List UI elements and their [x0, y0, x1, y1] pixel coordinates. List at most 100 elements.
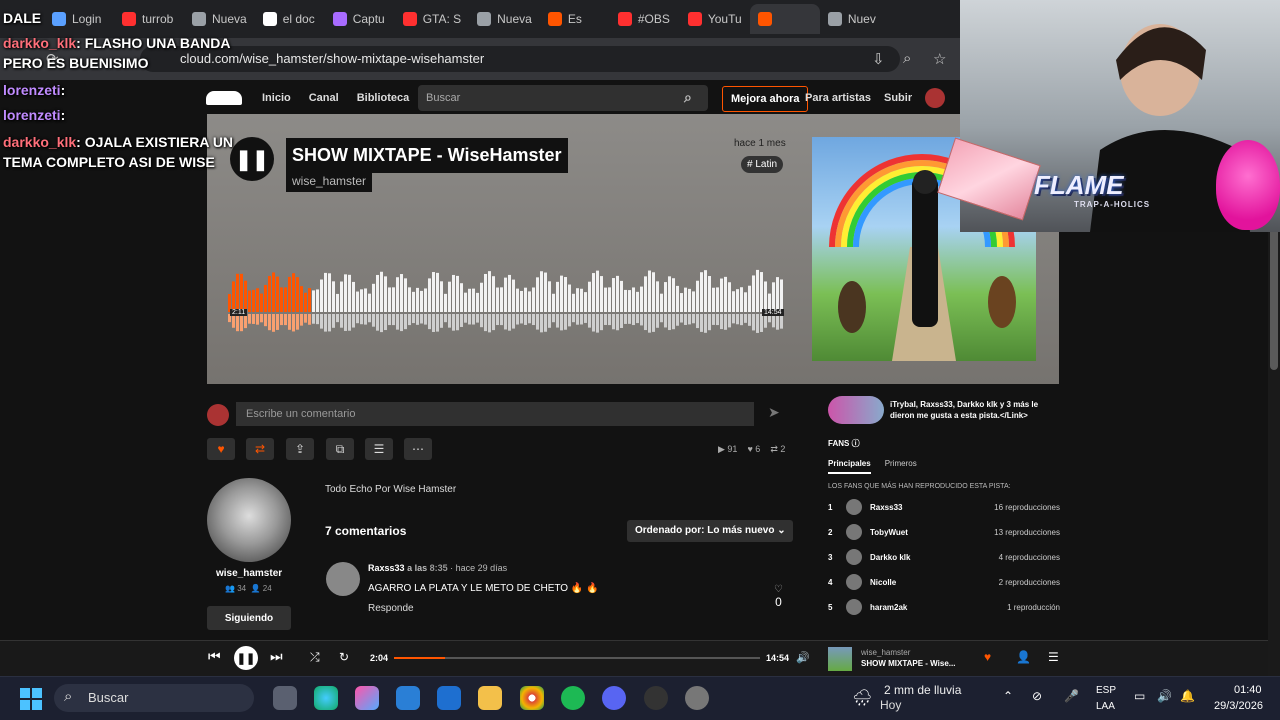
fan-name[interactable]: Darkko klk — [870, 553, 999, 562]
mini-title[interactable]: SHOW MIXTAPE - Wise... — [861, 659, 955, 668]
mail-icon[interactable] — [437, 686, 461, 710]
uploader-name[interactable]: wise_hamster — [216, 568, 282, 579]
uploader-avatar[interactable] — [207, 478, 291, 562]
mini-cover-art[interactable] — [828, 647, 852, 671]
settings-icon[interactable] — [685, 686, 709, 710]
fan-row[interactable]: 3 Darkko klk 4 reproducciones — [828, 547, 1060, 567]
network-icon[interactable]: ⊘ — [1032, 689, 1042, 703]
repeat-icon[interactable]: ↻ — [339, 650, 349, 664]
mini-artist[interactable]: wise_hamster — [861, 648, 910, 657]
volume-icon[interactable]: 🔊 — [796, 651, 810, 664]
following-button[interactable]: Siguiendo — [207, 606, 291, 630]
upgrade-button[interactable]: Mejora ahora — [722, 86, 809, 112]
windows-start-icon[interactable] — [20, 688, 42, 715]
fan-name[interactable]: haram2ak — [870, 603, 1007, 612]
fan-name[interactable]: Raxss33 — [870, 503, 994, 512]
copy-link-button[interactable]: ⧉ — [326, 438, 354, 460]
heart-icon[interactable]: ♥ — [984, 650, 991, 664]
file-explorer-icon[interactable] — [478, 686, 502, 710]
browser-tab[interactable]: el doc — [255, 4, 325, 34]
copilot-icon[interactable] — [355, 686, 379, 710]
send-icon[interactable]: ➤ — [768, 404, 780, 421]
chrome-icon[interactable] — [520, 686, 544, 710]
shuffle-icon[interactable]: ⤮ — [310, 650, 320, 665]
fan-row[interactable]: 4 Nicolle 2 reproducciones — [828, 572, 1060, 592]
fan-row[interactable]: 5 haram2ak 1 reproducción — [828, 597, 1060, 617]
share-button[interactable]: ⇪ — [286, 438, 314, 460]
waveform[interactable] — [228, 260, 784, 340]
next-icon[interactable]: ⏭ — [270, 648, 283, 665]
comment-like[interactable]: ♡ 0 — [774, 584, 783, 609]
user-avatar[interactable] — [925, 88, 945, 108]
browser-tab[interactable] — [749, 4, 820, 34]
speaker-icon[interactable]: 🔊 — [1157, 689, 1172, 703]
reply-link[interactable]: Responde — [368, 603, 414, 614]
track-artist[interactable]: wise_hamster — [286, 170, 373, 192]
fan-row[interactable]: 1 Raxss33 16 reproducciones — [828, 497, 1060, 517]
language-code[interactable]: ESP — [1096, 685, 1116, 696]
progress-bar[interactable] — [394, 657, 760, 659]
fan-avatar[interactable] — [846, 599, 862, 615]
pause-button[interactable]: ❚❚ — [230, 137, 274, 181]
fan-avatar[interactable] — [846, 499, 862, 515]
install-icon[interactable]: ⇩ — [872, 50, 885, 68]
fan-name[interactable]: Nicolle — [870, 578, 999, 587]
fan-row[interactable]: 2 TobyWuet 13 reproducciones — [828, 522, 1060, 542]
bookmark-star-icon[interactable]: ☆ — [933, 50, 946, 68]
nav-home[interactable]: Inicio — [262, 92, 291, 104]
obs-icon[interactable] — [644, 686, 668, 710]
url-field[interactable]: cloud.com/wise_hamster/show-mixtape-wise… — [140, 46, 900, 72]
comment-time[interactable]: 8:35 — [430, 563, 448, 573]
repost-button[interactable]: ⇄ — [246, 438, 274, 460]
more-button[interactable]: ⋯ — [404, 438, 432, 460]
commenter-avatar[interactable] — [326, 562, 360, 596]
comment-input[interactable]: Escribe un comentario — [236, 402, 754, 426]
edge-icon[interactable] — [314, 686, 338, 710]
nav-feed[interactable]: Canal — [309, 92, 339, 104]
browser-tab[interactable]: GTA: S — [395, 4, 469, 34]
weather-text[interactable]: 2 mm de lluvia — [884, 683, 961, 697]
fan-avatar[interactable] — [846, 549, 862, 565]
taskbar-search[interactable]: Buscar — [54, 684, 254, 712]
tray-chevron-icon[interactable]: ⌃ — [1003, 689, 1013, 703]
clock-date[interactable]: 29/3/2026 — [1214, 700, 1263, 712]
keyboard-layout[interactable]: LAA — [1096, 701, 1115, 712]
queue-icon[interactable]: ☰ — [1048, 650, 1059, 664]
zoom-icon[interactable]: ⌕ — [903, 50, 911, 67]
browser-tab[interactable]: Captu — [325, 4, 395, 34]
nav-library[interactable]: Biblioteca — [357, 92, 410, 104]
fan-avatar[interactable] — [846, 574, 862, 590]
likers-avatars[interactable] — [828, 396, 884, 424]
tab-primeros[interactable]: Primeros — [885, 459, 917, 474]
fan-avatar[interactable] — [846, 524, 862, 540]
fan-name[interactable]: TobyWuet — [870, 528, 994, 537]
display-icon[interactable]: ▭ — [1134, 689, 1145, 703]
task-view-icon[interactable] — [273, 686, 297, 710]
genre-tag[interactable]: # Latin — [741, 156, 784, 173]
browser-tab[interactable]: YouTu — [680, 4, 750, 34]
browser-tab[interactable]: Nuev — [820, 4, 890, 34]
like-button[interactable]: ♥ — [207, 438, 235, 460]
notification-icon[interactable]: 🔔 — [1180, 689, 1195, 703]
clock-time[interactable]: 01:40 — [1234, 684, 1262, 696]
for-artists-link[interactable]: Para artistas — [805, 92, 871, 104]
weather-icon[interactable]: 🌧 — [852, 688, 872, 708]
microphone-icon[interactable]: 🎤 — [1064, 689, 1079, 703]
player-pause-button[interactable]: ❚❚ — [234, 646, 258, 670]
browser-tab[interactable]: Es — [540, 4, 610, 34]
spotify-icon[interactable] — [561, 686, 585, 710]
store-icon[interactable] — [396, 686, 420, 710]
search-icon[interactable]: ⌕ — [684, 89, 692, 106]
browser-tab[interactable]: #OBS — [610, 4, 680, 34]
add-to-playlist-button[interactable]: ☰ — [365, 438, 393, 460]
previous-icon[interactable]: ⏮ — [208, 648, 221, 665]
sort-dropdown[interactable]: Ordenado por: Lo más nuevo ⌄ — [627, 520, 793, 542]
likers-text[interactable]: iTrybal, Raxss33, Darkko klk y 3 más le … — [890, 399, 1050, 421]
comment-user[interactable]: Raxss33 — [368, 563, 405, 573]
browser-tab[interactable]: Nueva — [469, 4, 540, 34]
upload-link[interactable]: Subir — [884, 92, 912, 104]
tab-principales[interactable]: Principales — [828, 459, 871, 474]
discord-icon[interactable] — [602, 686, 626, 710]
follow-user-icon[interactable]: 👤 — [1016, 650, 1031, 664]
search-input[interactable]: Buscar — [418, 85, 708, 111]
